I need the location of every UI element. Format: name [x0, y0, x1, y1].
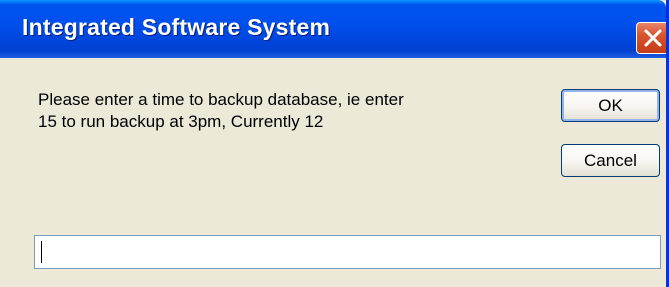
title-bar[interactable]: Integrated Software System [0, 0, 666, 58]
ok-button[interactable]: OK [561, 89, 660, 122]
prompt-message-line-1: Please enter a time to backup database, … [38, 90, 404, 109]
close-icon [644, 29, 662, 47]
cancel-button[interactable]: Cancel [561, 144, 660, 177]
close-button[interactable] [636, 22, 666, 54]
text-caret [41, 241, 42, 263]
prompt-message-line-2: 15 to run backup at 3pm, Currently 12 [38, 112, 324, 131]
prompt-message: Please enter a time to backup database, … [38, 89, 404, 133]
dialog-window: Integrated Software System Please enter … [0, 0, 669, 287]
backup-time-input[interactable] [34, 235, 661, 269]
window-title: Integrated Software System [22, 14, 331, 40]
